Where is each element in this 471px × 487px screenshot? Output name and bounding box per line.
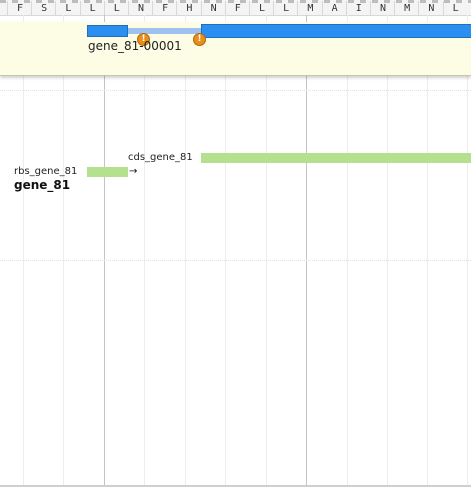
track-separator (0, 260, 471, 261)
grid-line (387, 15, 388, 485)
cds-feature[interactable] (201, 153, 471, 163)
amino-acid-cell: M (297, 1, 322, 15)
grid-line (225, 15, 226, 485)
grid-line (185, 15, 186, 485)
cds-label[interactable]: cds_gene_81 (128, 152, 193, 163)
transcript-track[interactable]: ! ! gene_81-00001 (0, 22, 471, 76)
amino-acid-cell: N (128, 1, 153, 15)
amino-acid-cell: L (442, 1, 468, 15)
amino-acid-cell: N (200, 1, 226, 15)
rbs-label[interactable]: rbs_gene_81 (14, 166, 77, 177)
grid-line (427, 15, 428, 485)
amino-acid-cell: L (55, 1, 80, 15)
grid-line-major (104, 15, 105, 485)
transcript-exon-2[interactable] (201, 24, 471, 38)
grid-line-major (306, 15, 307, 485)
grid-line (266, 15, 267, 485)
amino-acid-cell: F (7, 1, 32, 15)
amino-acid-cell: F (152, 1, 177, 15)
amino-acid-cell: N (370, 1, 395, 15)
track-separator (0, 90, 471, 91)
amino-acid-ruler: FSLLLNFHNFLLMAINMNL (0, 0, 471, 16)
amino-acid-cell: F (224, 1, 250, 15)
grid-line (467, 15, 468, 485)
transcript-label[interactable]: gene_81-00001 (88, 39, 182, 53)
amino-acid-cell: L (273, 1, 298, 15)
amino-acid-cell: L (79, 1, 105, 15)
gene-label[interactable]: gene_81 (14, 178, 70, 192)
amino-acid-cell: H (176, 1, 201, 15)
amino-acid-cell: I (345, 1, 371, 15)
grid-line (144, 15, 145, 485)
transcript-exon-1[interactable] (87, 25, 128, 37)
rbs-feature[interactable] (87, 167, 128, 177)
amino-acid-cell: S (31, 1, 56, 15)
warning-icon[interactable]: ! (193, 33, 206, 46)
grid-line (347, 15, 348, 485)
amino-acid-cell: M (394, 1, 419, 15)
amino-acid-cell: L (249, 1, 274, 15)
strand-arrow-icon: → (129, 166, 138, 177)
grid-line (63, 15, 64, 485)
amino-acid-cell: L (103, 1, 129, 15)
grid-line (23, 15, 24, 485)
amino-acid-cell: A (321, 1, 347, 15)
amino-acid-cell: N (418, 1, 443, 15)
